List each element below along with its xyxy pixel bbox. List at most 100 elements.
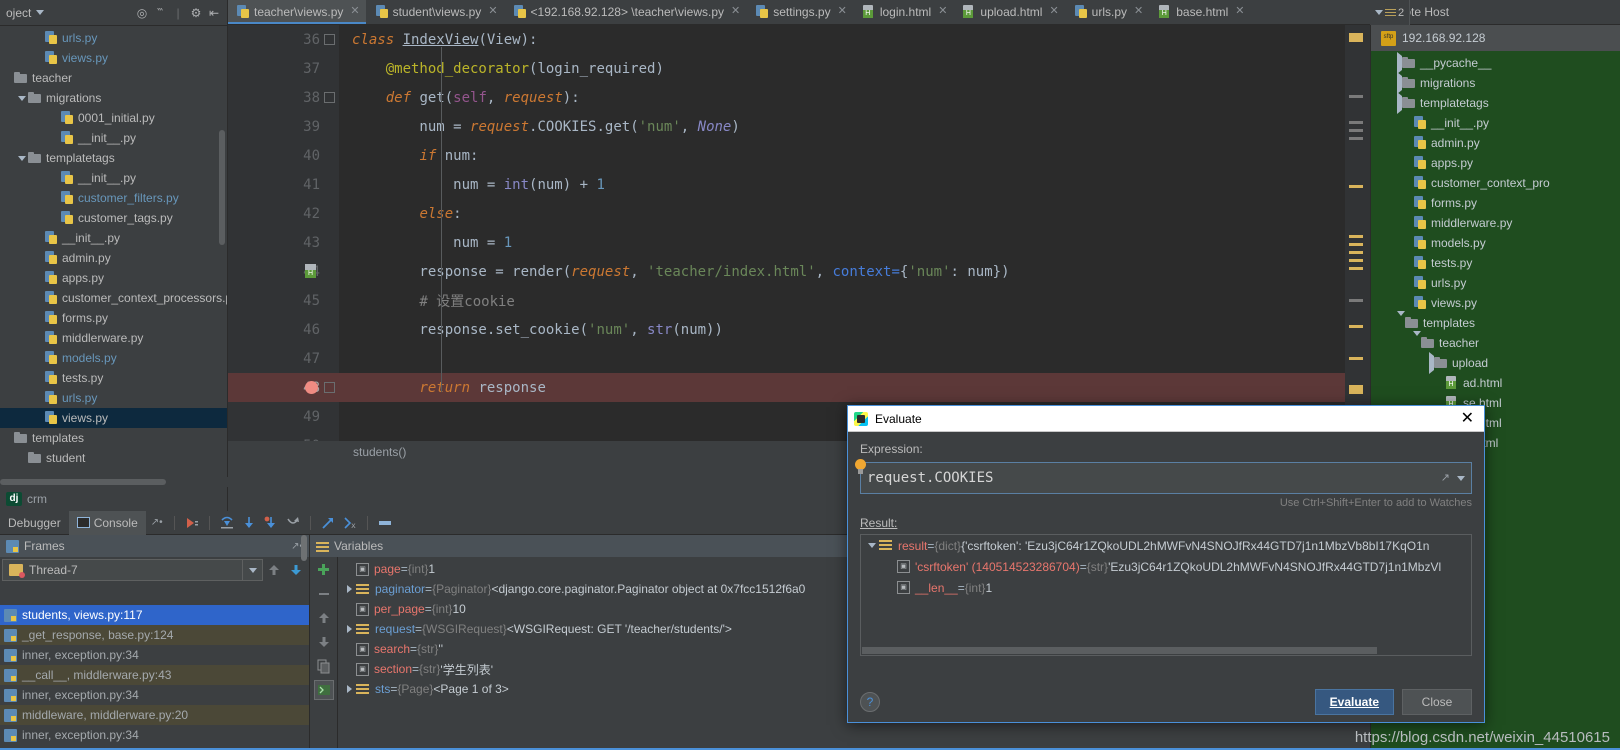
chevron-down-icon[interactable] <box>16 95 28 101</box>
result-row[interactable]: result = {dict} {'csrftoken': 'Ezu3jC64r… <box>861 535 1471 556</box>
project-tree-item[interactable]: customer_context_processors.py <box>0 288 227 308</box>
remote-tree-item[interactable]: middlerware.py <box>1371 213 1620 233</box>
resume-icon[interactable] <box>181 513 203 533</box>
chevron-down-icon[interactable] <box>1397 311 1405 330</box>
close-tab-icon[interactable]: ✕ <box>488 6 497 17</box>
evaluate-expression-button[interactable] <box>313 680 334 700</box>
tab-debugger[interactable]: Debugger <box>0 516 69 530</box>
editor-tab[interactable]: settings.py ✕ <box>747 0 854 24</box>
step-out-icon[interactable] <box>282 513 304 533</box>
target-icon[interactable]: ◎ <box>133 4 151 22</box>
project-tree-item[interactable]: migrations <box>0 88 227 108</box>
close-tab-icon[interactable]: ✕ <box>1235 6 1244 17</box>
project-tree-item[interactable]: middlerware.py <box>0 328 227 348</box>
remote-tree-item[interactable]: templatetags <box>1371 92 1620 114</box>
project-tree-item[interactable]: urls.py <box>0 28 227 48</box>
project-tree-item[interactable]: 0001_initial.py <box>0 108 227 128</box>
step-into-icon[interactable] <box>238 513 260 533</box>
editor-tab[interactable]: student\views.py ✕ <box>366 0 505 24</box>
editor-tab[interactable]: <192.168.92.128> \teacher\views.py ✕ <box>504 0 748 24</box>
remote-host-root-node[interactable]: 192.168.92.128 <box>1371 25 1620 51</box>
project-tree-item[interactable]: __init__.py <box>0 128 227 148</box>
result-horizontal-scrollbar[interactable] <box>862 647 1470 654</box>
remote-tree-item[interactable]: __pycache__ <box>1371 52 1620 74</box>
close-tab-icon[interactable]: ✕ <box>350 6 359 17</box>
remove-watch-icon[interactable] <box>314 584 334 604</box>
chevron-right-icon[interactable] <box>342 585 356 593</box>
step-over-icon[interactable] <box>216 513 238 533</box>
tab-console[interactable]: Console <box>68 510 146 535</box>
close-tab-icon[interactable]: ✕ <box>838 6 847 17</box>
menu-icon[interactable] <box>1384 8 1396 17</box>
remote-tree-item[interactable]: teacher <box>1371 331 1620 353</box>
project-file-tree[interactable]: urls.py views.py teacher migrations 0001_ini… <box>0 26 227 468</box>
frame-list-item[interactable]: inner, exception.py:34 <box>0 645 309 665</box>
close-tab-icon[interactable]: ✕ <box>1049 6 1058 17</box>
frames-list[interactable]: students, views.py:117 _get_response, bas… <box>0 605 309 750</box>
editor-tab[interactable]: base.html ✕ <box>1150 0 1252 24</box>
remote-tree-item[interactable]: migrations <box>1371 72 1620 94</box>
chevron-down-icon[interactable] <box>242 560 262 580</box>
result-row[interactable]: ▣ __len__ = {int} 1 <box>861 577 1471 598</box>
frame-list-item[interactable]: inner, exception.py:34 <box>0 725 309 745</box>
frames-down-icon[interactable] <box>285 560 307 580</box>
thread-combo[interactable]: Thread-7 <box>2 559 263 581</box>
chevron-down-icon[interactable] <box>16 155 28 161</box>
move-up-icon[interactable] <box>314 608 334 628</box>
remote-host-tab-strip[interactable]: 2 <box>1370 0 1410 25</box>
project-tree-item[interactable]: models.py <box>0 348 227 368</box>
project-tree-item[interactable]: views.py <box>0 48 227 68</box>
code-folding-icon[interactable] <box>324 92 335 103</box>
chevron-right-icon[interactable] <box>342 685 356 693</box>
close-tab-icon[interactable]: ✕ <box>1134 6 1143 17</box>
hide-panel-icon[interactable]: ⇤ <box>205 4 223 22</box>
evaluate-expression-icon[interactable]: x <box>339 513 361 533</box>
copy-icon[interactable] <box>314 656 334 676</box>
help-button[interactable]: ? <box>860 692 880 712</box>
breakpoint-icon[interactable] <box>305 381 318 394</box>
project-tree-item[interactable]: customer_filters.py <box>0 188 227 208</box>
remote-tree-item[interactable]: forms.py <box>1371 193 1620 213</box>
project-tree-item[interactable]: templatetags <box>0 148 227 168</box>
project-tree-item[interactable]: customer_tags.py <box>0 208 227 228</box>
run-to-cursor-icon[interactable] <box>317 513 339 533</box>
code-folding-icon[interactable] <box>324 34 335 45</box>
lightbulb-icon[interactable] <box>854 459 867 476</box>
mute-breakpoints-icon[interactable] <box>374 513 396 533</box>
project-tree-item[interactable]: __init__.py <box>0 168 227 188</box>
add-watch-icon[interactable] <box>314 560 334 580</box>
remote-tree-item[interactable]: views.py <box>1371 293 1620 313</box>
evaluate-button[interactable]: Evaluate <box>1314 689 1394 715</box>
remote-tree-item[interactable]: upload <box>1371 352 1620 374</box>
project-tree-item[interactable]: forms.py <box>0 308 227 328</box>
remote-tree-item[interactable]: tests.py <box>1371 253 1620 273</box>
code-folding-icon[interactable] <box>324 382 335 393</box>
result-tree[interactable]: result = {dict} {'csrftoken': 'Ezu3jC64r… <box>860 534 1472 656</box>
remote-tree-item[interactable]: urls.py <box>1371 273 1620 293</box>
move-down-icon[interactable] <box>314 632 334 652</box>
remote-tree-item[interactable]: models.py <box>1371 233 1620 253</box>
frame-list-item[interactable]: inner, exception.py:34 <box>0 685 309 705</box>
close-tab-icon[interactable]: ✕ <box>731 6 740 17</box>
frames-scrollbar[interactable] <box>301 535 307 561</box>
expression-history-dropdown[interactable] <box>1454 470 1468 486</box>
remote-tree-item[interactable]: apps.py <box>1371 153 1620 173</box>
project-tree-item[interactable]: templates <box>0 428 227 448</box>
frames-up-icon[interactable] <box>263 560 285 580</box>
code-editor[interactable]: 36 class IndexView(View): 37 @method_decor… <box>228 25 1370 453</box>
remote-tree-item[interactable]: templates <box>1371 311 1620 333</box>
remote-tree-item[interactable]: __init__.py <box>1371 113 1620 133</box>
collapse-all-icon[interactable]: ‷ <box>151 4 169 22</box>
remote-file-tree[interactable]: __pycache__ migrations templatetags __init_… <box>1371 51 1620 453</box>
editor-tab-bar[interactable]: teacher\views.py ✕ student\views.py ✕ <192.1… <box>228 0 1370 25</box>
chevron-down-icon[interactable] <box>31 4 49 22</box>
editor-tab[interactable]: upload.html ✕ <box>954 0 1066 24</box>
html-template-gutter-icon[interactable] <box>303 264 318 278</box>
project-tree-item[interactable]: apps.py <box>0 268 227 288</box>
close-icon[interactable]: ✕ <box>1457 410 1478 427</box>
force-step-into-icon[interactable] <box>260 513 282 533</box>
chevron-right-icon[interactable] <box>342 625 356 633</box>
expression-input[interactable] <box>860 462 1472 494</box>
editor-tab[interactable]: teacher\views.py ✕ <box>228 0 367 24</box>
result-row[interactable]: ▣ 'csrftoken' (140514523286704) = {str} '… <box>861 556 1471 577</box>
